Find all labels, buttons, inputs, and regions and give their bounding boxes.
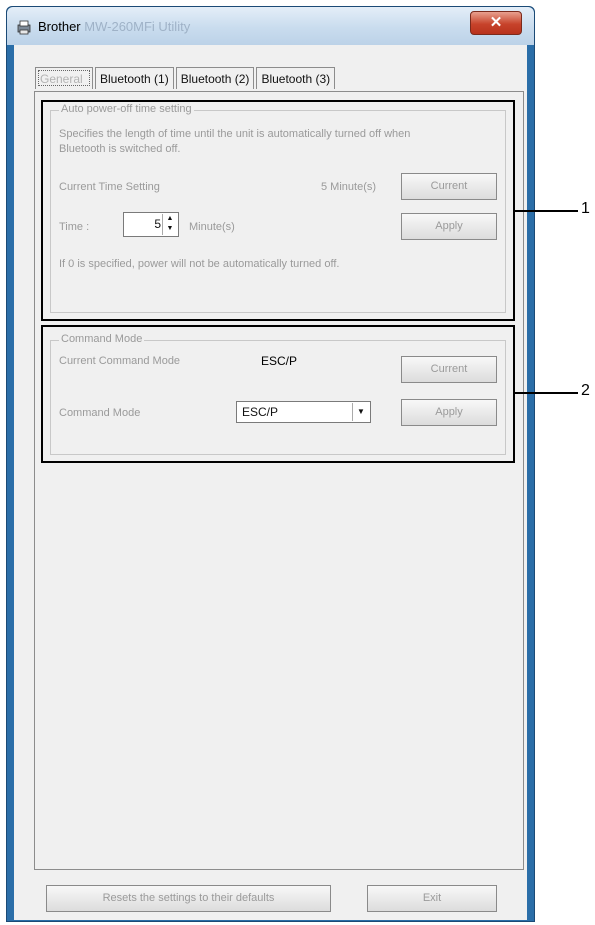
title-bar[interactable]: Brother MW-260MFi Utility ✕ xyxy=(7,7,534,45)
exit-button[interactable]: Exit xyxy=(367,885,497,912)
close-icon: ✕ xyxy=(489,14,503,31)
tab-bluetooth-3[interactable]: Bluetooth (3) xyxy=(256,67,336,89)
title-product: MW-260MFi Utility xyxy=(84,19,191,34)
callout-line-2 xyxy=(514,392,578,394)
window-title: Brother MW-260MFi Utility xyxy=(38,19,190,34)
callout-number-2: 2 xyxy=(581,382,590,399)
close-button[interactable]: ✕ xyxy=(470,11,522,35)
tab-bluetooth-2[interactable]: Bluetooth (2) xyxy=(175,67,255,89)
title-brand: Brother xyxy=(38,19,81,34)
tab-bluetooth-1[interactable]: Bluetooth (1) xyxy=(95,67,174,89)
reset-defaults-button[interactable]: Resets the settings to their defaults xyxy=(46,885,331,912)
tab-general[interactable]: General xyxy=(35,67,93,89)
tab-bar: General Bluetooth (1) Bluetooth (2) Blue… xyxy=(35,67,337,91)
callout-box-1 xyxy=(41,100,515,321)
callout-box-2 xyxy=(41,325,515,463)
printer-app-icon xyxy=(17,20,31,35)
callout-line-1 xyxy=(514,210,578,212)
callout-number-1: 1 xyxy=(581,200,590,217)
